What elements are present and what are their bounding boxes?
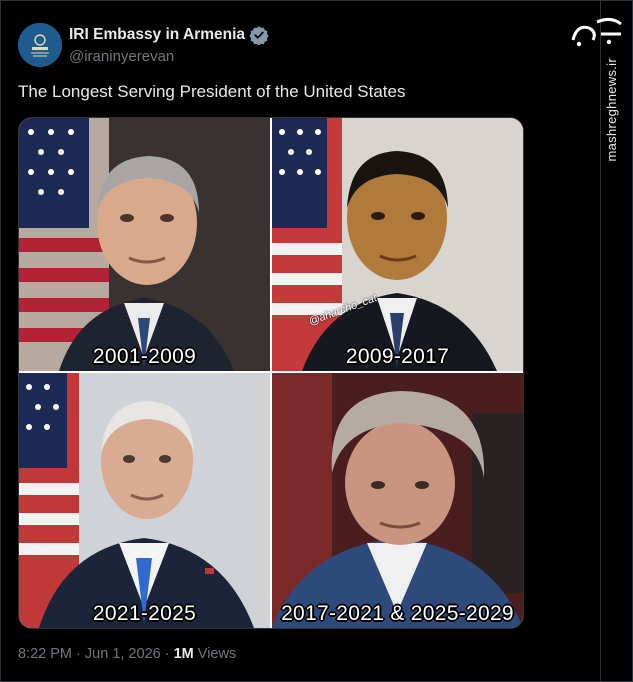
tweet-text: The Longest Serving President of the Uni…	[18, 82, 406, 101]
author-handle[interactable]: @iraninyerevan	[69, 48, 174, 65]
tweet-meta: 8:22 PM · Jun 1, 2026 · 1M Views	[18, 646, 236, 662]
meta-separator: ·	[76, 646, 81, 662]
emblem-icon	[18, 23, 62, 67]
meta-separator: ·	[164, 646, 170, 662]
portrait-image	[19, 373, 270, 628]
panel-caption: 2021-2025	[92, 602, 197, 625]
portrait-image	[19, 118, 270, 371]
panel-caption: 2017-2021 & 2025-2029	[281, 602, 514, 625]
media-grid[interactable]: 2001-2009 2009-2017 2021-2025 2017-2021 …	[18, 117, 524, 629]
avatar[interactable]	[18, 23, 62, 67]
author-name-row[interactable]: IRI Embassy in Armenia	[69, 25, 269, 45]
media-panel-3[interactable]: 2021-2025	[19, 373, 270, 628]
tweet-time[interactable]: 8:22 PM	[18, 646, 72, 662]
portrait-image	[272, 373, 523, 628]
media-panel-2[interactable]: 2009-2017	[272, 118, 523, 371]
verified-badge-icon	[249, 26, 269, 45]
media-panel-4[interactable]: 2017-2021 & 2025-2029	[272, 373, 523, 628]
tweet-date[interactable]: Jun 1, 2026	[85, 646, 161, 662]
divider	[600, 0, 601, 682]
site-url: mashreghnews.ir	[604, 58, 619, 162]
portrait-image	[272, 118, 523, 371]
views-count: 1M	[173, 646, 194, 662]
media-panel-1[interactable]: 2001-2009	[19, 118, 270, 371]
author-name[interactable]: IRI Embassy in Armenia	[69, 26, 245, 44]
site-logo-icon	[571, 17, 622, 47]
views-label: Views	[197, 646, 237, 662]
panel-caption: 2009-2017	[345, 345, 450, 368]
panel-caption: 2001-2009	[92, 345, 197, 368]
